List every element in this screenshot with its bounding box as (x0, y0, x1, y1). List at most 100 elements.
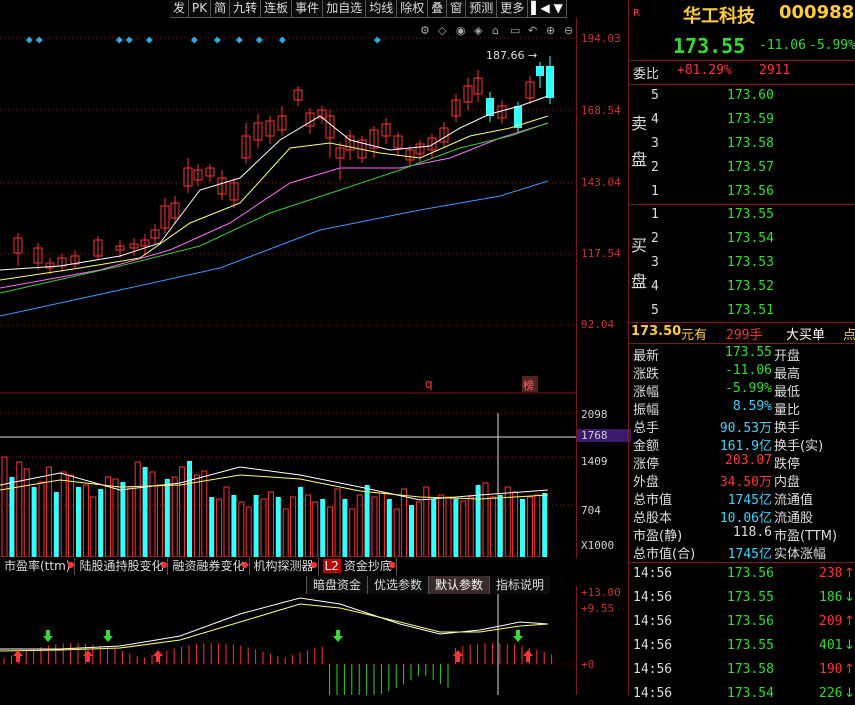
buy-level-num: 1 (651, 207, 659, 222)
indicator-tab-2[interactable]: 融资融券变化 ● (168, 558, 250, 575)
sell-level-num: 2 (651, 160, 659, 175)
tick-time: 14:56 (633, 590, 673, 605)
tick-price: 173.56 (727, 614, 774, 629)
toolbar-button-7[interactable]: 均线 (366, 0, 398, 18)
stat-label-right: 市盈(TTM) (774, 529, 838, 544)
volume-axis-label: 1409 (581, 455, 608, 468)
sell-level-price: 173.58 (727, 136, 774, 151)
volume-bar-up (304, 494, 311, 557)
bigorder-qty: 299手 (726, 328, 763, 343)
sell-level-price: 173.56 (727, 184, 774, 199)
volume-bar-up (90, 496, 97, 557)
volume-bar-down (497, 495, 503, 557)
indicator-tab-label: 融资融券变化 (172, 559, 245, 573)
volume-bar-up (45, 466, 52, 557)
chart-tool-icon: ▭ (510, 24, 520, 37)
toolbar-button-5[interactable]: 事件 (292, 0, 324, 18)
stat-value: 1745亿 (727, 493, 772, 508)
stat-label-right: 换手(实) (774, 439, 824, 454)
toolbar-button-12[interactable]: 更多 (497, 0, 529, 18)
chart-tool-icon: ⚙ (420, 24, 430, 37)
volume-bar-down (53, 492, 59, 557)
volume-axis-label: 2098 (581, 408, 608, 421)
ma20-line (0, 122, 549, 289)
indicator-tab-4[interactable]: L2 资金抄底 ● (319, 558, 397, 575)
toolbar-button-6[interactable]: 加自选 (323, 0, 367, 18)
stat-label: 涨幅 (633, 385, 660, 400)
tab-dot-icon: ● (241, 560, 249, 569)
indicator-tab-1[interactable]: 陆股通持股变化 ● (75, 558, 169, 575)
tick-qty: 186 (819, 590, 843, 605)
volume-bar-up (393, 508, 400, 557)
buy-level-num: 5 (651, 303, 659, 318)
stat-label: 涨停 (633, 457, 660, 472)
toolbar-button-0[interactable]: 发 (170, 0, 190, 18)
volume-bar-up (460, 500, 467, 557)
volume-bar-up (334, 488, 341, 557)
toolbar-button-2[interactable]: 简 (211, 0, 231, 18)
param-tab-3[interactable]: 指标说明 (489, 576, 551, 594)
buy-arrow-icon (453, 650, 463, 662)
volume-bar-up (82, 484, 89, 557)
volume-bar-down (298, 487, 303, 557)
tab-dot-icon: ● (388, 560, 396, 569)
candlestick-chart[interactable]: ⚙ ◇ ◉ ◈ ⌂ ▭ ↶ ⊕ ⊖ 187.66 → q 榜 (0, 18, 576, 394)
event-diamond-icon (125, 36, 133, 44)
volume-bar-up (171, 476, 178, 557)
volume-bar-up (378, 492, 385, 557)
buy-level-price: 173.52 (727, 279, 774, 294)
buy-arrow-icon (83, 650, 93, 662)
volume-axis-label: 1768 (577, 429, 631, 442)
toolbar-button-9[interactable]: 叠 (428, 0, 448, 18)
rank-marker: 榜 (523, 378, 534, 392)
indicator-axis-label: +0 (581, 658, 595, 671)
indicator-chart[interactable] (0, 594, 576, 695)
toolbar-button-1[interactable]: PK (189, 0, 212, 18)
toolbar-button-3[interactable]: 九转 (230, 0, 262, 18)
sell-level-num: 3 (651, 136, 659, 151)
volume-bar-up (467, 496, 474, 557)
volume-bar-up (415, 501, 422, 557)
volume-bar-down (520, 499, 525, 557)
tick-time: 14:56 (633, 686, 673, 701)
weibi-pct: +81.29% (677, 63, 732, 78)
chart-tool-icon: ⊖ (564, 24, 573, 37)
dif-line (0, 597, 549, 650)
toolbar-button-8[interactable]: 除权 (397, 0, 429, 18)
indicator-tab-label: 机构探测器 (253, 559, 314, 573)
volume-bar-up (349, 508, 356, 557)
volume-bar-up (356, 494, 363, 557)
volume-bar-down (275, 497, 281, 557)
stat-label-right: 最低 (774, 385, 801, 400)
stat-label: 市盈(静) (633, 529, 683, 544)
volume-axis-label: X1000 (581, 539, 615, 552)
price-axis-label: 117.54 (581, 247, 621, 260)
toolbar-button-11[interactable]: 预测 (466, 0, 498, 18)
indicator-tab-0[interactable]: 市盈率(ttm) ● (0, 558, 76, 575)
param-tab-1[interactable]: 优选参数 (367, 576, 429, 594)
dea-line (0, 603, 549, 652)
buy-level-num: 4 (651, 279, 659, 294)
volume-bar-up (112, 478, 119, 557)
toolbar-button-10[interactable]: 窗 (447, 0, 467, 18)
tick-price: 173.56 (727, 566, 774, 581)
stat-value: 161.9亿 (719, 439, 772, 454)
chart-tool-icon: ⊕ (546, 24, 555, 37)
volume-bar-down (542, 493, 548, 557)
sell-arrow-icon (43, 630, 53, 642)
param-tab-2[interactable]: 默认参数 (428, 576, 490, 594)
l2-badge: L2 (322, 559, 341, 573)
indicator-tab-3[interactable]: 机构探测器 ● (250, 558, 319, 575)
tab-dot-icon: ● (67, 560, 75, 569)
up-arrow-icon: ↑ (844, 566, 855, 581)
toolbar-button-4[interactable]: 连板 (261, 0, 293, 18)
volume-bar-up (16, 461, 23, 557)
weibi-label: 委比 (633, 67, 660, 82)
collapse-icon[interactable]: ▌◀ ▼ (528, 0, 567, 18)
volume-chart[interactable] (0, 395, 576, 557)
buy-level-price: 173.53 (727, 255, 774, 270)
volume-bar-up (260, 498, 267, 557)
price-change: -11.06 (759, 38, 806, 53)
volume-bar-up (371, 496, 378, 557)
param-tab-0[interactable]: 暗盘资金 (306, 576, 368, 594)
